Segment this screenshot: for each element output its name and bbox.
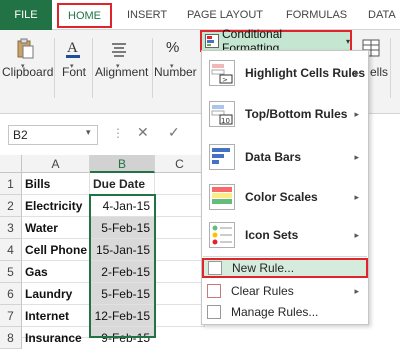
table-cell[interactable]: 5-Feb-15	[90, 217, 155, 239]
tab-file[interactable]: FILE	[0, 0, 52, 30]
menu-item-data-bars[interactable]: Data Bars ▸	[203, 140, 367, 174]
table-cell[interactable]	[155, 239, 205, 261]
percent-icon[interactable]: %	[166, 39, 179, 56]
chevron-right-icon: ▸	[354, 229, 359, 240]
menu-item-label: Icon Sets	[245, 228, 299, 242]
svg-text:A: A	[67, 40, 78, 56]
row-header[interactable]: 6	[0, 283, 22, 305]
table-cell[interactable]: Insurance	[22, 327, 90, 345]
table-cell[interactable]	[155, 217, 205, 239]
row-header[interactable]: 8	[0, 327, 22, 349]
ribbon-separator	[152, 38, 153, 98]
menu-item-new-rule[interactable]: New Rule...	[202, 258, 368, 278]
paste-icon[interactable]	[16, 38, 34, 60]
chevron-right-icon: ▸	[354, 285, 359, 296]
row-header[interactable]: 2	[0, 195, 22, 217]
menu-item-label: Manage Rules...	[231, 305, 319, 319]
menu-separator	[203, 256, 367, 257]
eraser-icon	[207, 284, 221, 298]
tab-home[interactable]: HOME	[57, 3, 112, 28]
column-header-a[interactable]: A	[22, 155, 90, 173]
row-header[interactable]: 5	[0, 261, 22, 283]
table-cell[interactable]: Electricity	[22, 195, 90, 217]
chevron-right-icon: ▸	[354, 191, 359, 202]
group-label-clipboard[interactable]: Clipboard	[2, 65, 53, 79]
table-cell[interactable]: Gas	[22, 261, 90, 283]
data-bars-icon	[209, 144, 235, 170]
tab-data[interactable]: DATA	[368, 0, 396, 30]
table-header-cell[interactable]: Due Date	[90, 173, 155, 195]
tab-insert[interactable]: INSERT	[127, 0, 167, 30]
ribbon-separator	[54, 38, 55, 98]
dots-icon: ⋮	[112, 126, 124, 140]
table-cell[interactable]: 15-Jan-15	[90, 239, 155, 261]
table-cell[interactable]: 9-Feb-15	[90, 327, 155, 345]
chevron-right-icon: ▸	[354, 67, 359, 78]
table-cell[interactable]	[155, 305, 205, 327]
chevron-right-icon: ▸	[354, 108, 359, 119]
chevron-down-icon[interactable]: ▾	[86, 127, 91, 138]
group-label-alignment[interactable]: Alignment	[95, 65, 148, 79]
column-header-b[interactable]: B	[90, 155, 155, 173]
conditional-formatting-icon	[205, 34, 219, 48]
row-header[interactable]: 1	[0, 173, 22, 195]
new-rule-icon	[208, 261, 222, 275]
menu-item-label: Top/Bottom Rules	[245, 107, 348, 121]
svg-text:>: >	[222, 76, 228, 84]
group-label-number[interactable]: Number	[154, 65, 197, 79]
menu-item-label: New Rule...	[232, 261, 295, 275]
highlight-cells-icon: >	[209, 60, 235, 86]
row-header[interactable]: 4	[0, 239, 22, 261]
column-header-c[interactable]: C	[155, 155, 205, 173]
name-box[interactable]: B2	[8, 125, 98, 145]
conditional-formatting-button[interactable]: Conditional Formatting ▾	[200, 27, 352, 55]
chevron-down-icon: ▾	[345, 36, 350, 46]
menu-item-clear-rules[interactable]: Clear Rules ▸	[203, 281, 367, 301]
tab-page-layout[interactable]: PAGE LAYOUT	[187, 0, 263, 30]
chevron-right-icon: ▸	[354, 151, 359, 162]
table-cell[interactable]: 12-Feb-15	[90, 305, 155, 327]
menu-item-manage-rules[interactable]: Manage Rules...	[203, 302, 367, 322]
icon-sets-icon	[209, 222, 235, 248]
top-bottom-icon: 10	[209, 101, 235, 127]
table-cell[interactable]: Cell Phone	[22, 239, 90, 261]
menu-item-icon-sets[interactable]: Icon Sets ▸	[203, 218, 367, 252]
select-all-corner[interactable]	[0, 155, 22, 173]
menu-item-label: Data Bars	[245, 150, 302, 164]
row-header[interactable]: 3	[0, 217, 22, 239]
color-scales-icon	[209, 184, 235, 210]
align-icon[interactable]	[110, 40, 128, 58]
table-cell[interactable]: Laundry	[22, 283, 90, 305]
enter-icon[interactable]: ✓	[168, 124, 180, 141]
table-cell[interactable]: 4-Jan-15	[90, 195, 155, 217]
font-color-icon[interactable]: A	[64, 38, 82, 60]
table-cell[interactable]	[155, 173, 205, 195]
manage-rules-icon	[207, 305, 221, 319]
group-label-cells[interactable]: ells	[370, 65, 388, 79]
top-bottom-icon-text: 10	[221, 117, 230, 125]
table-cell[interactable]: 5-Feb-15	[90, 283, 155, 305]
table-header-cell[interactable]: Bills	[22, 173, 90, 195]
table-cell[interactable]: 2-Feb-15	[90, 261, 155, 283]
menu-item-top-bottom-rules[interactable]: 10 Top/Bottom Rules ▸	[203, 97, 367, 131]
row-header[interactable]: 7	[0, 305, 22, 327]
menu-item-label: Color Scales	[245, 190, 318, 204]
ribbon-separator	[92, 38, 93, 98]
ribbon-separator	[390, 38, 391, 98]
table-cell[interactable]	[155, 195, 205, 217]
table-cell[interactable]	[155, 283, 205, 305]
table-cell[interactable]: Internet	[22, 305, 90, 327]
menu-item-label: Clear Rules	[231, 284, 294, 298]
menu-item-highlight-cells-rules[interactable]: > Highlight Cells Rules ▸	[203, 56, 367, 90]
group-label-font[interactable]: Font	[62, 65, 86, 79]
cancel-icon[interactable]: ✕	[137, 124, 149, 141]
tab-formulas[interactable]: FORMULAS	[286, 0, 347, 30]
menu-item-label: Highlight Cells Rules	[245, 66, 366, 80]
menu-item-color-scales[interactable]: Color Scales ▸	[203, 180, 367, 214]
table-cell[interactable]: Water	[22, 217, 90, 239]
table-cell[interactable]	[155, 261, 205, 283]
